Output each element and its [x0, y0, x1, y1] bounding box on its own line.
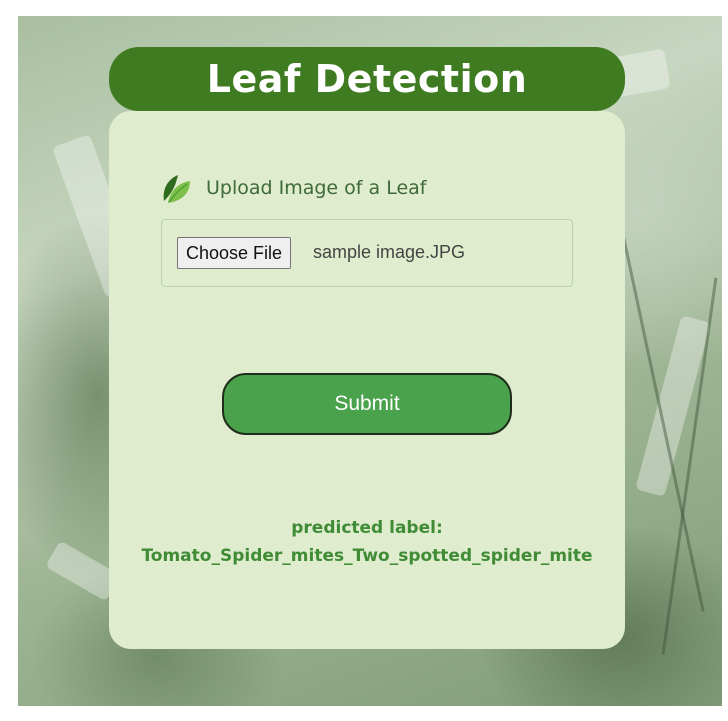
- submit-button[interactable]: Submit: [222, 373, 512, 435]
- selected-file-name: sample image.JPG: [313, 242, 466, 262]
- leaf-icon: [160, 171, 194, 205]
- title-bar: Leaf Detection: [109, 47, 625, 111]
- upload-label-row: Upload Image of a Leaf: [160, 170, 426, 206]
- prediction-result: predicted label: Tomato_Spider_mites_Two…: [109, 514, 625, 570]
- file-input[interactable]: Choose File sample image.JPG: [161, 219, 573, 287]
- page-title: Leaf Detection: [206, 57, 528, 101]
- upload-label: Upload Image of a Leaf: [206, 177, 427, 199]
- background-stem: [614, 200, 705, 612]
- result-heading: predicted label:: [291, 518, 443, 538]
- choose-file-button[interactable]: Choose File: [177, 237, 292, 269]
- result-value: Tomato_Spider_mites_Two_spotted_spider_m…: [141, 546, 593, 566]
